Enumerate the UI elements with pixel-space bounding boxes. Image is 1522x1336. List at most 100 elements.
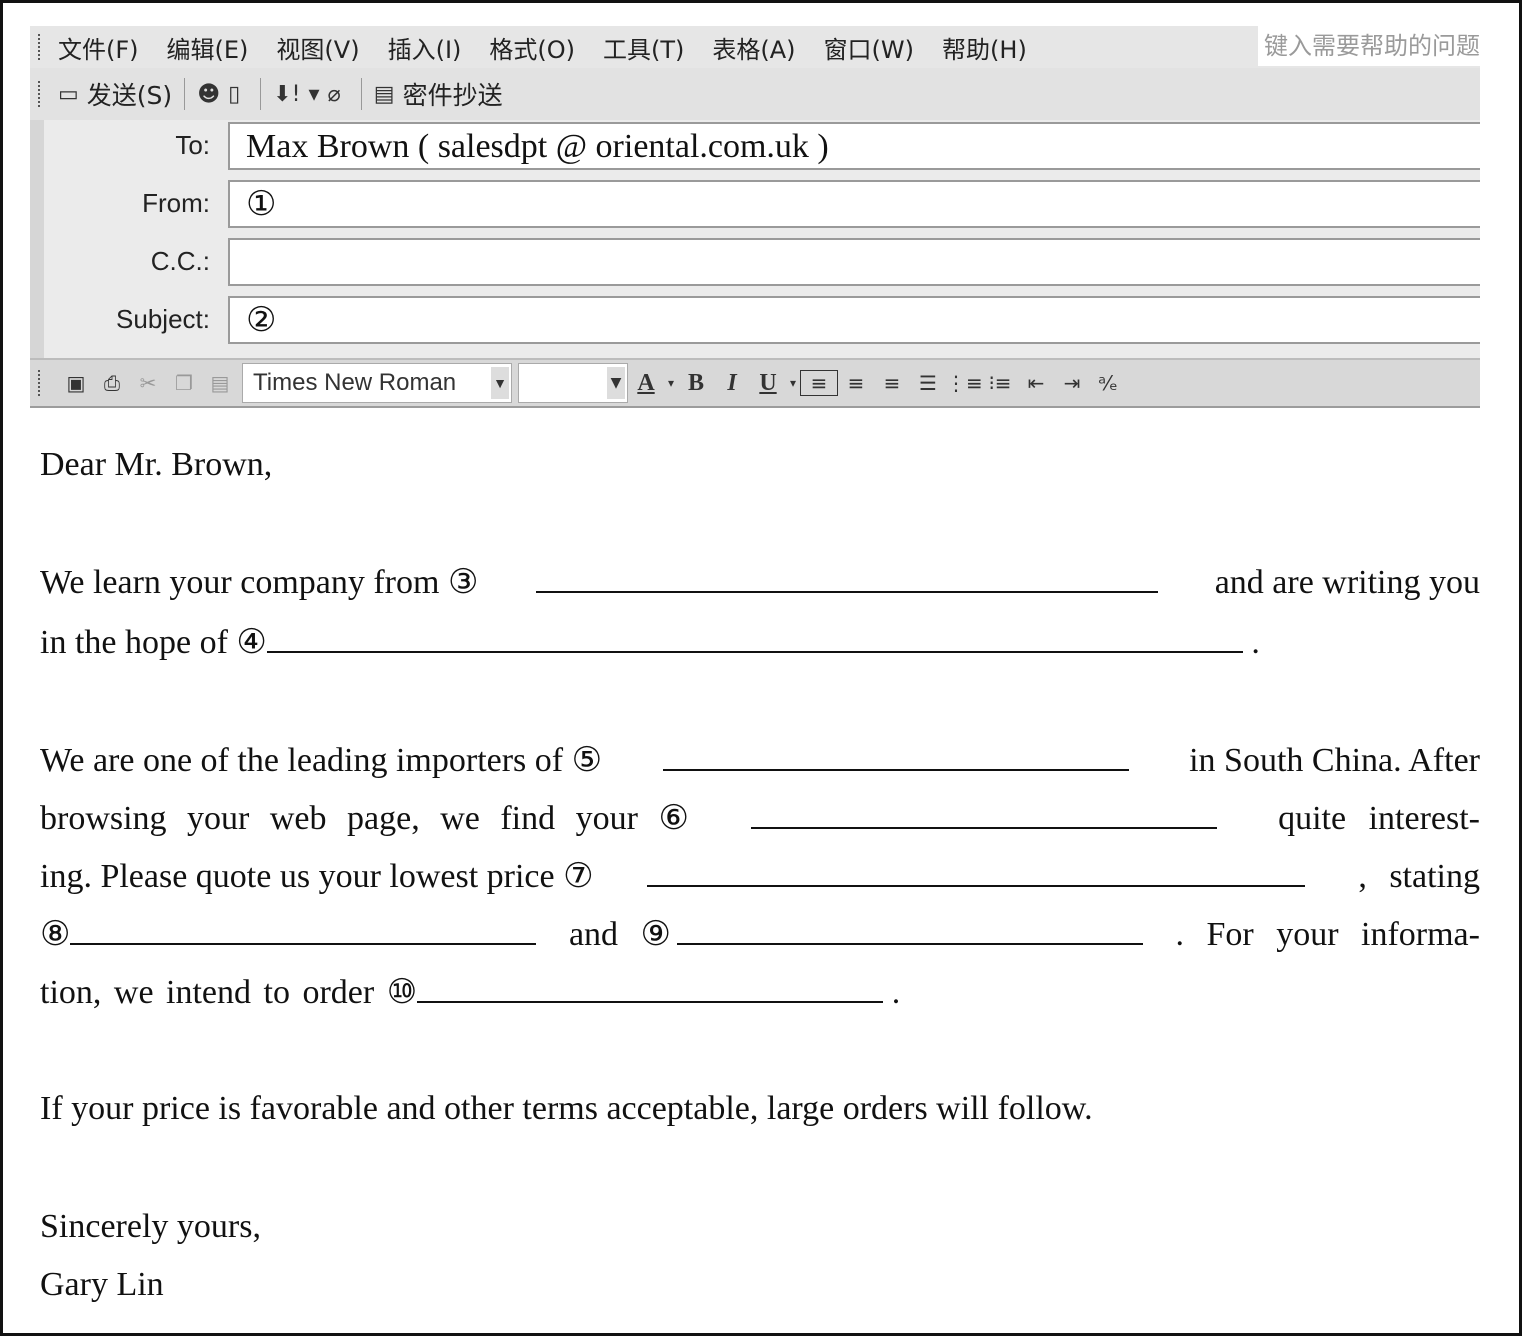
- align-left-icon[interactable]: ≡: [800, 370, 838, 396]
- dropdown-arrow-icon[interactable]: ▾: [786, 376, 800, 390]
- bold-button[interactable]: B: [678, 370, 714, 397]
- attach-icon[interactable]: ⌀: [328, 82, 341, 107]
- underline-button[interactable]: U: [750, 370, 786, 397]
- paragraph-2-line-3: ing. Please quote us your lowest price ⑦…: [40, 856, 1480, 906]
- paragraph-1-line-2: in the hope of ④ .: [40, 622, 1480, 672]
- text-run: and ⑨: [568, 916, 672, 953]
- numbered-list-icon[interactable]: ⋮≡: [946, 371, 983, 395]
- chevron-down-icon[interactable]: ▼: [491, 367, 509, 399]
- blank-10[interactable]: [417, 979, 884, 1003]
- menu-table[interactable]: 表格(A): [712, 30, 795, 65]
- menu-tools[interactable]: 工具(T): [603, 30, 684, 65]
- toolbar-grip[interactable]: [38, 370, 44, 396]
- text-run: , stating: [1358, 858, 1480, 895]
- paragraph-1-line-1: We learn your company from ③ and are wri…: [40, 562, 1480, 612]
- text-run: We learn your company from ③: [40, 564, 479, 601]
- from-row: From: ①: [44, 180, 1480, 230]
- cut-icon[interactable]: ✂: [130, 371, 166, 395]
- subject-label: Subject:: [116, 304, 210, 334]
- italic-button[interactable]: I: [714, 370, 750, 397]
- blank-5[interactable]: [662, 747, 1129, 771]
- font-size-select[interactable]: ▼: [518, 363, 628, 403]
- text-run: .: [1251, 624, 1260, 661]
- increase-indent-icon[interactable]: ⇥: [1054, 371, 1090, 395]
- from-field[interactable]: ①: [228, 180, 1480, 228]
- to-label: To:: [175, 130, 210, 160]
- toolbar-grip[interactable]: [38, 34, 44, 60]
- font-color-icon[interactable]: A: [628, 370, 664, 397]
- send-button[interactable]: 发送(S): [87, 76, 172, 112]
- align-right-icon[interactable]: ≡: [874, 371, 910, 395]
- toolbar-separator: [360, 78, 362, 110]
- send-icon: ▭: [58, 81, 79, 107]
- paragraph-2-line-2: browsing your web page, we find your ⑥ q…: [40, 798, 1480, 848]
- menu-bar: 文件(F) 编辑(E) 视图(V) 插入(I) 格式(O) 工具(T) 表格(A…: [30, 26, 1480, 68]
- blank-9[interactable]: [677, 921, 1144, 945]
- format-toolbar: ▣ ⎙ ✂ ❐ ▤ Times New Roman ▼ ▼ A ▾ B I U …: [30, 358, 1480, 408]
- replace-icon[interactable]: ᵃ⁄ₑ: [1090, 371, 1126, 395]
- justify-icon[interactable]: ☰: [910, 371, 946, 395]
- menu-insert[interactable]: 插入(I): [388, 30, 462, 65]
- text-run: We are one of the leading importers of ⑤: [40, 742, 603, 779]
- cc-row: C.C.:: [44, 238, 1480, 288]
- decrease-indent-icon[interactable]: ⇤: [1018, 371, 1054, 395]
- importance-icon[interactable]: ⬇!: [273, 82, 300, 107]
- blank-7[interactable]: [646, 863, 1305, 887]
- text-run: and ⑨: [568, 914, 1144, 954]
- menu-format[interactable]: 格式(O): [489, 30, 575, 65]
- paragraph-3: If your price is favorable and other ter…: [40, 1090, 1093, 1127]
- text-run: ⑧: [40, 916, 71, 953]
- align-center-icon[interactable]: ≡: [838, 371, 874, 395]
- blank-8[interactable]: [70, 921, 537, 945]
- from-label: From:: [142, 188, 210, 218]
- text-run: ing. Please quote us your lowest price ⑦: [40, 858, 594, 895]
- paragraph-2-line-4: ⑧ and ⑨ . For your informa-: [40, 914, 1480, 964]
- text-run: .: [891, 974, 901, 1011]
- dropdown-arrow-icon[interactable]: ▾: [309, 82, 320, 107]
- subject-field[interactable]: ②: [228, 296, 1480, 344]
- toolbar-grip[interactable]: [38, 81, 44, 107]
- send-toolbar: ▭ 发送(S) ☻ ▯ ⬇! ▾ ⌀ ▤ 密件抄送: [30, 68, 1480, 120]
- print-icon[interactable]: ⎙: [94, 371, 130, 395]
- cc-label: C.C.:: [150, 246, 210, 276]
- text-run: and are writing you: [1214, 564, 1480, 601]
- cc-field[interactable]: [228, 238, 1480, 286]
- letter-closing: Sincerely yours,: [40, 1208, 261, 1245]
- blank-4[interactable]: [266, 629, 1243, 653]
- toolbar-separator: [260, 78, 262, 110]
- text-run: . For your informa-: [1175, 916, 1480, 953]
- menu-edit[interactable]: 编辑(E): [167, 30, 249, 65]
- dropdown-arrow-icon[interactable]: ▾: [664, 376, 678, 390]
- text-run: in the hope of ④: [40, 624, 267, 661]
- to-field[interactable]: Max Brown ( salesdpt @ oriental.com.uk ): [228, 122, 1480, 170]
- bcc-button[interactable]: 密件抄送: [403, 76, 503, 112]
- check-names-icon[interactable]: ▯: [228, 82, 240, 107]
- menu-file[interactable]: 文件(F): [58, 30, 139, 65]
- blank-6[interactable]: [750, 805, 1217, 829]
- menu-help[interactable]: 帮助(H): [942, 30, 1027, 65]
- text-run: tion, we intend to order ⑩: [40, 974, 418, 1011]
- chevron-down-icon[interactable]: ▼: [607, 367, 625, 399]
- menu-view[interactable]: 视图(V): [276, 30, 359, 65]
- letter-greeting: Dear Mr. Brown,: [40, 446, 273, 483]
- copy-icon[interactable]: ❐: [166, 371, 202, 395]
- text-run: ⑧: [40, 914, 537, 954]
- bcc-icon: ▤: [373, 81, 395, 107]
- message-header-panel: To: Max Brown ( salesdpt @ oriental.com.…: [30, 120, 1480, 358]
- toolbar-separator: [184, 78, 186, 110]
- text-run: browsing your web page, we find your ⑥: [40, 800, 689, 837]
- text-run: in South China. After: [1189, 742, 1480, 779]
- address-book-icon[interactable]: ☻: [197, 82, 220, 107]
- font-family-value: Times New Roman: [253, 369, 457, 396]
- blank-3[interactable]: [535, 569, 1158, 593]
- paste-icon[interactable]: ▤: [202, 371, 238, 395]
- paragraph-2-line-5: tion, we intend to order ⑩ .: [40, 972, 1480, 1022]
- font-family-select[interactable]: Times New Roman ▼: [242, 363, 512, 403]
- paragraph-2-line-1: We are one of the leading importers of ⑤…: [40, 740, 1480, 790]
- help-search-input[interactable]: 键入需要帮助的问题: [1258, 26, 1480, 66]
- subject-row: Subject: ②: [44, 296, 1480, 346]
- letter-signature: Gary Lin: [40, 1266, 164, 1303]
- save-icon[interactable]: ▣: [58, 371, 94, 395]
- menu-window[interactable]: 窗口(W): [824, 30, 914, 65]
- bulleted-list-icon[interactable]: ⁝≡: [982, 371, 1018, 395]
